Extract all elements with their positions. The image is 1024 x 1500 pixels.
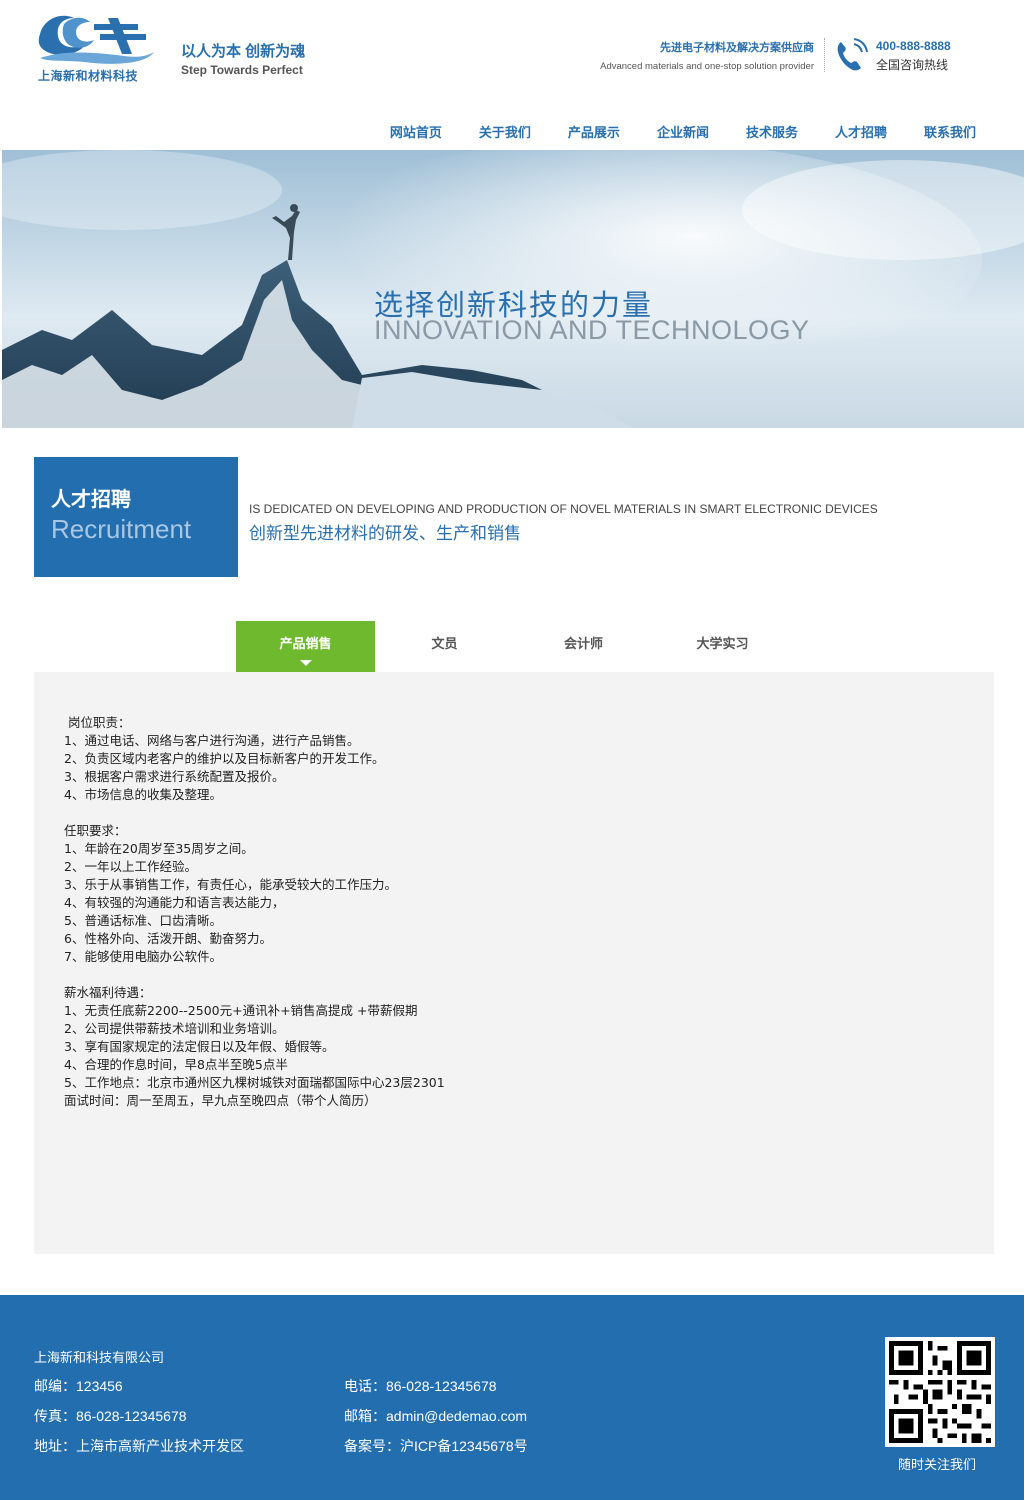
hero-banner: 选择创新科技的力量 INNOVATION AND TECHNOLOGY	[2, 150, 1024, 428]
interview-time: 面试时间：周一至周五，早九点至晚四点（带个人简历）	[64, 1093, 377, 1108]
nav-item-news[interactable]: 企业新闻	[657, 122, 709, 141]
duty-title: 岗位职责：	[64, 715, 131, 730]
nav-item-products[interactable]: 产品展示	[568, 122, 620, 141]
site-header: 上海新和材料科技 以人为本 创新为魂 Step Towards Perfect …	[0, 0, 1024, 150]
list-item: 2、负责区域内老客户的维护以及目标新客户的开发工作。	[64, 751, 385, 766]
list-item: 7、能够使用电脑办公软件。	[64, 949, 222, 964]
tab-internship[interactable]: 大学实习	[653, 621, 792, 672]
qr-label: 随时关注我们	[898, 1457, 977, 1472]
logo-text: 上海新和材料科技	[38, 69, 139, 83]
list-item: 5、普通话标准、口齿清晰。	[64, 913, 222, 928]
footer-icp[interactable]: 备案号：沪ICP备12345678号	[344, 1436, 528, 1456]
site-footer: 上海新和科技有限公司 邮编：123456 电话：86-028-12345678 …	[0, 1295, 1024, 1500]
footer-fax: 传真：86-028-12345678	[34, 1408, 187, 1424]
job-tabs: 产品销售 文员 会计师 大学实习	[236, 621, 792, 672]
site-logo[interactable]: 上海新和材料科技	[34, 10, 156, 84]
banner-title-en: INNOVATION AND TECHNOLOGY	[374, 315, 810, 345]
tab-active-arrow-icon	[300, 660, 312, 666]
logo-mark-icon	[38, 15, 154, 64]
section-desc-cn: 创新型先进材料的研发、生产和销售	[249, 524, 521, 543]
hotline: 400-888-8888 全国咨询热线	[876, 39, 951, 73]
qr-code-icon	[889, 1341, 991, 1443]
footer-address: 地址：上海市高新产业技术开发区	[34, 1438, 244, 1454]
list-item: 1、年龄在20周岁至35周岁之间。	[64, 841, 254, 856]
tagline-en: Advanced materials and one-stop solution…	[600, 61, 814, 72]
slogan-cn: 以人为本 创新为魂	[181, 43, 306, 60]
list-item: 4、有较强的沟通能力和语言表达能力，	[64, 895, 285, 910]
hotline-number: 400-888-8888	[876, 39, 951, 53]
nav-item-tech-service[interactable]: 技术服务	[746, 122, 798, 141]
slogan: 以人为本 创新为魂 Step Towards Perfect	[181, 40, 305, 77]
tagline: 先进电子材料及解决方案供应商 Advanced materials and on…	[600, 39, 814, 72]
footer-postcode: 邮编：123456	[34, 1378, 123, 1394]
qr-code	[885, 1337, 995, 1447]
footer-company: 上海新和科技有限公司	[34, 1350, 165, 1365]
benefit-title: 薪水福利待遇：	[64, 985, 152, 1000]
nav-item-about[interactable]: 关于我们	[479, 122, 531, 141]
hotline-label: 全国咨询热线	[876, 58, 949, 72]
nav-item-home[interactable]: 网站首页	[390, 122, 442, 141]
job-description: 岗位职责： 1、通过电话、网络与客户进行沟通，进行产品销售。 2、负责区域内老客…	[34, 672, 994, 1254]
list-item: 3、根据客户需求进行系统配置及报价。	[64, 769, 285, 784]
main-nav: 网站首页 关于我们 产品展示 企业新闻 技术服务 人才招聘 联系我们	[390, 122, 976, 141]
list-item: 2、一年以上工作经验。	[64, 859, 197, 874]
section-desc-en: IS DEDICATED ON DEVELOPING AND PRODUCTIO…	[249, 502, 878, 516]
footer-phone: 电话：86-028-12345678	[344, 1378, 497, 1394]
nav-item-contact[interactable]: 联系我们	[924, 122, 976, 141]
list-item: 2、公司提供带薪技术培训和业务培训。	[64, 1021, 285, 1036]
nav-item-recruitment[interactable]: 人才招聘	[835, 122, 887, 141]
list-item: 1、通过电话、网络与客户进行沟通，进行产品销售。	[64, 733, 360, 748]
tab-accountant[interactable]: 会计师	[514, 621, 653, 672]
list-item: 4、市场信息的收集及整理。	[64, 787, 222, 802]
list-item: 3、乐于从事销售工作，有责任心，能承受较大的工作压力。	[64, 877, 397, 892]
list-item: 1、无责任底薪2200--2500元+通讯补+销售高提成 +带薪假期	[64, 1003, 418, 1018]
section-title-box: 人才招聘 Recruitment	[34, 457, 238, 577]
footer-email[interactable]: 邮箱：admin@dedemao.com	[344, 1406, 527, 1426]
tagline-cn: 先进电子材料及解决方案供应商	[660, 42, 814, 54]
tab-clerk[interactable]: 文员	[375, 621, 514, 672]
tab-product-sales[interactable]: 产品销售	[236, 621, 375, 672]
tab-label: 会计师	[563, 636, 603, 651]
requirement-title: 任职要求：	[64, 823, 127, 838]
list-item: 4、合理的作息时间，早8点半至晚5点半	[64, 1057, 288, 1072]
list-item: 5、工作地点：北京市通州区九棵树城铁对面瑞都国际中心23层2301	[64, 1075, 445, 1090]
list-item: 6、性格外向、活泼开朗、勤奋努力。	[64, 931, 272, 946]
list-item: 3、享有国家规定的法定假日以及年假、婚假等。	[64, 1039, 335, 1054]
slogan-en: Step Towards Perfect	[181, 63, 303, 77]
tab-label: 大学实习	[696, 636, 749, 651]
header-divider	[824, 38, 825, 72]
tab-label: 产品销售	[279, 636, 332, 651]
section-title-en: Recruitment	[51, 514, 192, 544]
phone-icon	[834, 36, 868, 74]
section-title-cn: 人才招聘	[51, 489, 131, 511]
tab-label: 文员	[431, 636, 458, 651]
